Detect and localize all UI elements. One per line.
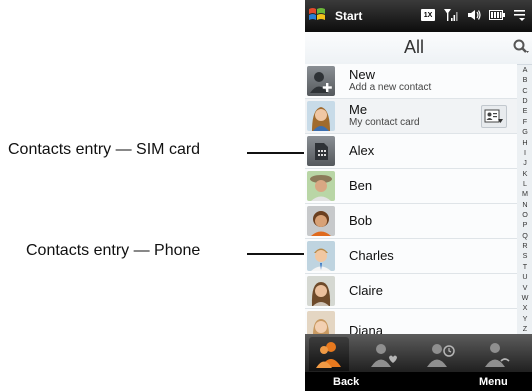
contact-name: Ben: [349, 178, 373, 193]
callout-phone: Contacts entry — Phone: [0, 242, 304, 262]
contact-row-me[interactable]: Me My contact card: [305, 99, 517, 134]
alphabet-letter[interactable]: U: [522, 272, 527, 281]
alphabet-letter[interactable]: X: [523, 303, 528, 312]
contact-name: Charles: [349, 248, 394, 263]
alphabet-letter[interactable]: K: [523, 169, 528, 178]
header-bar: All: [305, 32, 532, 65]
menu-softkey[interactable]: Menu: [479, 376, 508, 388]
data-1x-label: 1X: [421, 9, 435, 21]
alphabet-letter[interactable]: C: [522, 86, 527, 95]
alphabet-letter[interactable]: V: [523, 283, 528, 292]
callout-sim-card-line: [247, 152, 304, 154]
alphabet-letter[interactable]: I: [524, 148, 526, 157]
contact-subtitle: Add a new contact: [349, 82, 432, 93]
callout-phone-label: Contacts entry — Phone: [26, 242, 201, 259]
recent-tab-icon[interactable]: [421, 337, 461, 371]
contact-name: Diana: [349, 323, 383, 334]
social-tab-icon[interactable]: [477, 337, 517, 371]
phone-screen: Start 1X All New Add a new contact Me My…: [305, 0, 532, 391]
alphabet-letter[interactable]: L: [523, 179, 527, 188]
battery-icon: [489, 7, 505, 23]
contact-row-bob[interactable]: Bob: [305, 204, 517, 239]
alphabet-letter[interactable]: H: [522, 138, 527, 147]
contact-name: New: [349, 67, 376, 82]
alphabet-index[interactable]: ABCDEFGHIJKLMNOPQRSTUVWXYZ: [518, 64, 532, 334]
contact-name: Me: [349, 102, 368, 117]
tab-bar: [305, 334, 532, 372]
alphabet-letter[interactable]: B: [523, 75, 528, 84]
page-title: All: [403, 37, 424, 57]
status-bar: Start 1X: [305, 0, 532, 32]
alphabet-letter[interactable]: D: [522, 96, 527, 105]
alphabet-letter[interactable]: G: [522, 127, 528, 136]
contact-photo: [307, 241, 335, 271]
data-1x-icon: 1X: [420, 7, 436, 23]
alphabet-letter[interactable]: S: [523, 251, 528, 260]
alphabet-letter[interactable]: A: [523, 65, 528, 74]
search-icon[interactable]: [512, 38, 530, 56]
callout-phone-line: [247, 253, 304, 255]
alphabet-letter[interactable]: P: [523, 220, 528, 229]
contact-photo: [307, 171, 335, 201]
favorites-tab-icon[interactable]: [365, 337, 405, 371]
contact-photo: [307, 276, 335, 306]
contact-card-button[interactable]: [481, 105, 507, 128]
contact-subtitle: My contact card: [349, 117, 420, 128]
sim-card-icon: [307, 136, 335, 166]
callout-sim-card-label: Contacts entry — SIM card: [8, 141, 201, 158]
contact-name: Bob: [349, 213, 373, 228]
alphabet-letter[interactable]: O: [522, 210, 528, 219]
contact-name: Alex: [349, 143, 375, 158]
contact-row-diana[interactable]: Diana: [305, 309, 517, 334]
menu-dropdown-icon: [512, 7, 528, 23]
alphabet-letter[interactable]: M: [522, 189, 528, 198]
signal-icon: [443, 7, 459, 23]
alphabet-letter[interactable]: J: [523, 158, 527, 167]
speaker-icon: [466, 7, 482, 23]
add-contact-icon: [307, 66, 335, 96]
contact-photo: [307, 101, 335, 131]
contact-photo: [307, 311, 335, 334]
alphabet-letter[interactable]: F: [523, 117, 527, 126]
softkey-bar: Back Menu: [305, 372, 532, 391]
alphabet-letter[interactable]: R: [522, 241, 527, 250]
all-contacts-tab-icon[interactable]: [309, 337, 349, 371]
alphabet-letter[interactable]: N: [522, 200, 527, 209]
contact-photo: [307, 206, 335, 236]
alphabet-letter[interactable]: W: [522, 293, 529, 302]
contact-row-new[interactable]: New Add a new contact: [305, 64, 517, 99]
contact-row-alex[interactable]: Alex: [305, 134, 517, 169]
contact-card-icon: [484, 109, 503, 123]
contact-name: Claire: [349, 283, 383, 298]
contacts-list[interactable]: New Add a new contact Me My contact card…: [305, 64, 517, 334]
start-label[interactable]: Start: [335, 9, 362, 23]
alphabet-letter[interactable]: Z: [523, 324, 527, 333]
contact-row-charles[interactable]: Charles: [305, 239, 517, 274]
contact-row-claire[interactable]: Claire: [305, 274, 517, 309]
alphabet-letter[interactable]: T: [523, 262, 527, 271]
alphabet-letter[interactable]: E: [523, 106, 528, 115]
status-icons[interactable]: 1X: [420, 7, 528, 23]
back-softkey[interactable]: Back: [333, 376, 359, 388]
alphabet-letter[interactable]: Y: [523, 314, 528, 323]
contact-row-ben[interactable]: Ben: [305, 169, 517, 204]
alphabet-letter[interactable]: Q: [522, 231, 528, 240]
windows-start-icon[interactable]: [308, 6, 326, 24]
callout-sim-card: Contacts entry — SIM card: [0, 141, 304, 161]
